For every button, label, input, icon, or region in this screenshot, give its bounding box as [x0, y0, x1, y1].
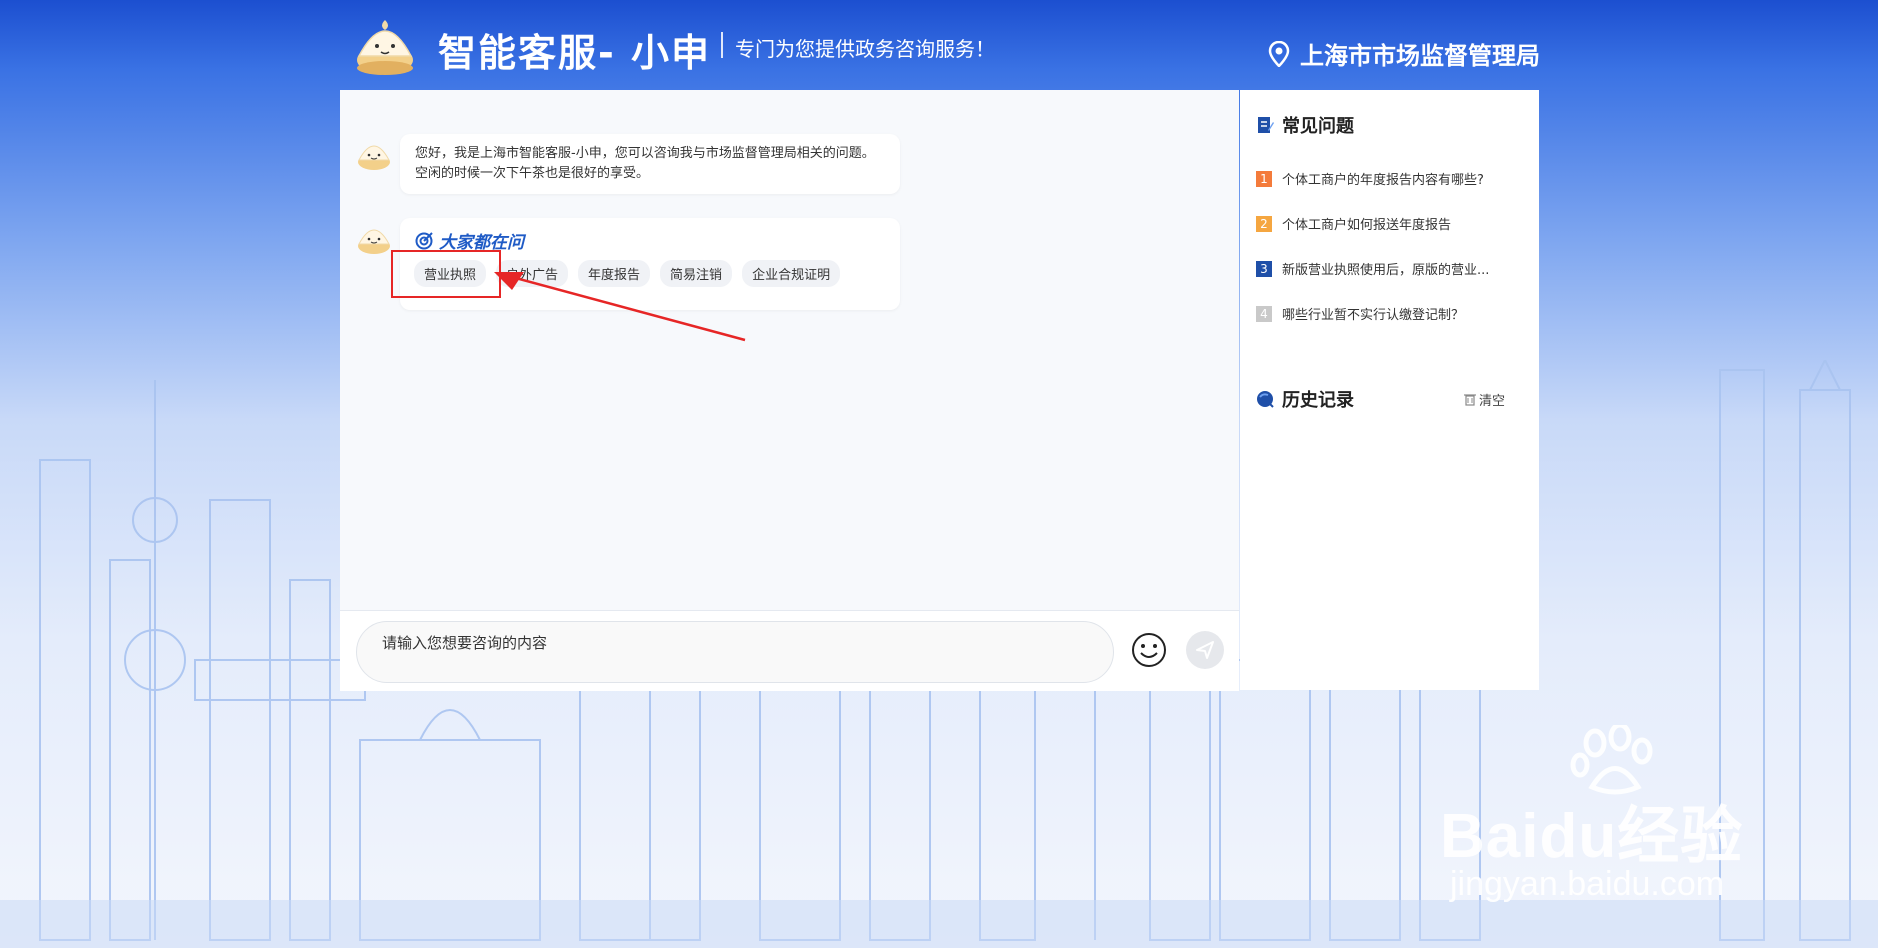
location-label: 上海市市场监督管理局	[1268, 36, 1540, 71]
notebook-icon	[1258, 117, 1274, 133]
page-subtitle: 专门为您提供政务咨询服务！	[735, 37, 995, 61]
watermark-logo: Baidu经验	[1440, 802, 1744, 871]
message-list: 您好，我是上海市智能客服-小申，您可以咨询我与市场监督管理局相关的问题。空闲的时…	[340, 90, 1239, 610]
faq-number: 2	[1256, 215, 1272, 232]
target-icon	[415, 231, 433, 249]
faq-title: 常见问题	[1282, 116, 1354, 137]
send-button[interactable]	[1186, 631, 1224, 669]
highlight-box	[391, 250, 501, 298]
faq-list: 1 个体工商户的年度报告内容有哪些? 2 个体工商户如何报送年度报告 3 新版营…	[1256, 156, 1526, 336]
faq-heading: 常见问题	[1256, 112, 1354, 138]
page-header: 智能客服- 小申 专门为您提供政务咨询服务！ 上海市市场监督管理局	[0, 0, 1878, 90]
history-globe-icon	[1257, 391, 1274, 408]
watermark-url: jingyan.baidu.com	[1450, 865, 1725, 903]
location-pin-icon	[1268, 40, 1290, 67]
bot-avatar-icon	[358, 145, 390, 170]
trash-icon	[1463, 394, 1476, 406]
emoji-button-icon[interactable]	[1130, 631, 1168, 669]
faq-text: 个体工商户的年度报告内容有哪些?	[1282, 173, 1484, 188]
faq-item[interactable]: 2 个体工商户如何报送年度报告	[1256, 201, 1526, 246]
clear-label: 清空	[1478, 394, 1505, 409]
faq-item[interactable]: 1 个体工商户的年度报告内容有哪些?	[1256, 156, 1526, 201]
faq-number: 4	[1256, 305, 1272, 322]
clear-history-button[interactable]: 清空	[1463, 390, 1505, 409]
send-icon	[1196, 641, 1214, 659]
faq-text: 新版营业执照使用后，原版的营业...	[1282, 263, 1490, 278]
faq-number: 3	[1256, 260, 1272, 277]
history-heading: 历史记录	[1256, 386, 1354, 412]
faq-number: 1	[1256, 170, 1272, 187]
history-title: 历史记录	[1282, 390, 1354, 411]
bot-avatar-icon	[358, 229, 390, 254]
mascot-logo-icon	[357, 20, 413, 75]
title-divider	[721, 32, 723, 58]
arrow-annotation-icon	[494, 272, 746, 342]
side-panel: 常见问题 1 个体工商户的年度报告内容有哪些? 2 个体工商户如何报送年度报告 …	[1240, 90, 1539, 690]
greeting-bubble: 您好，我是上海市智能客服-小申，您可以咨询我与市场监督管理局相关的问题。空闲的时…	[400, 134, 900, 194]
faq-text: 哪些行业暂不实行认缴登记制？	[1282, 308, 1465, 323]
location-text: 上海市市场监督管理局	[1300, 42, 1540, 70]
tag-compliance-certificate[interactable]: 企业合规证明	[742, 260, 841, 287]
faq-item[interactable]: 3 新版营业执照使用后，原版的营业...	[1256, 246, 1526, 291]
page-title: 智能客服- 小申	[438, 31, 712, 75]
chat-panel: 您好，我是上海市智能客服-小申，您可以咨询我与市场监督管理局相关的问题。空闲的时…	[340, 90, 1239, 691]
faq-text: 个体工商户如何报送年度报告	[1282, 218, 1452, 233]
faq-item[interactable]: 4 哪些行业暂不实行认缴登记制？	[1256, 291, 1526, 336]
input-area: 请输入您想要咨询的内容	[340, 610, 1239, 691]
message-input[interactable]: 请输入您想要咨询的内容	[356, 621, 1114, 683]
